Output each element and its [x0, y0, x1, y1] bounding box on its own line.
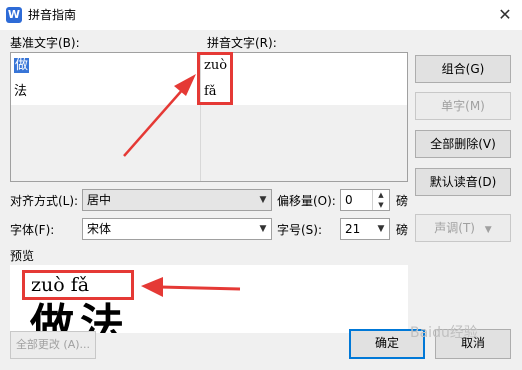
arrow-to-preview-icon	[141, 277, 241, 297]
annotation-arrows	[123, 74, 241, 297]
arrow-to-pinyin-icon	[123, 74, 196, 157]
